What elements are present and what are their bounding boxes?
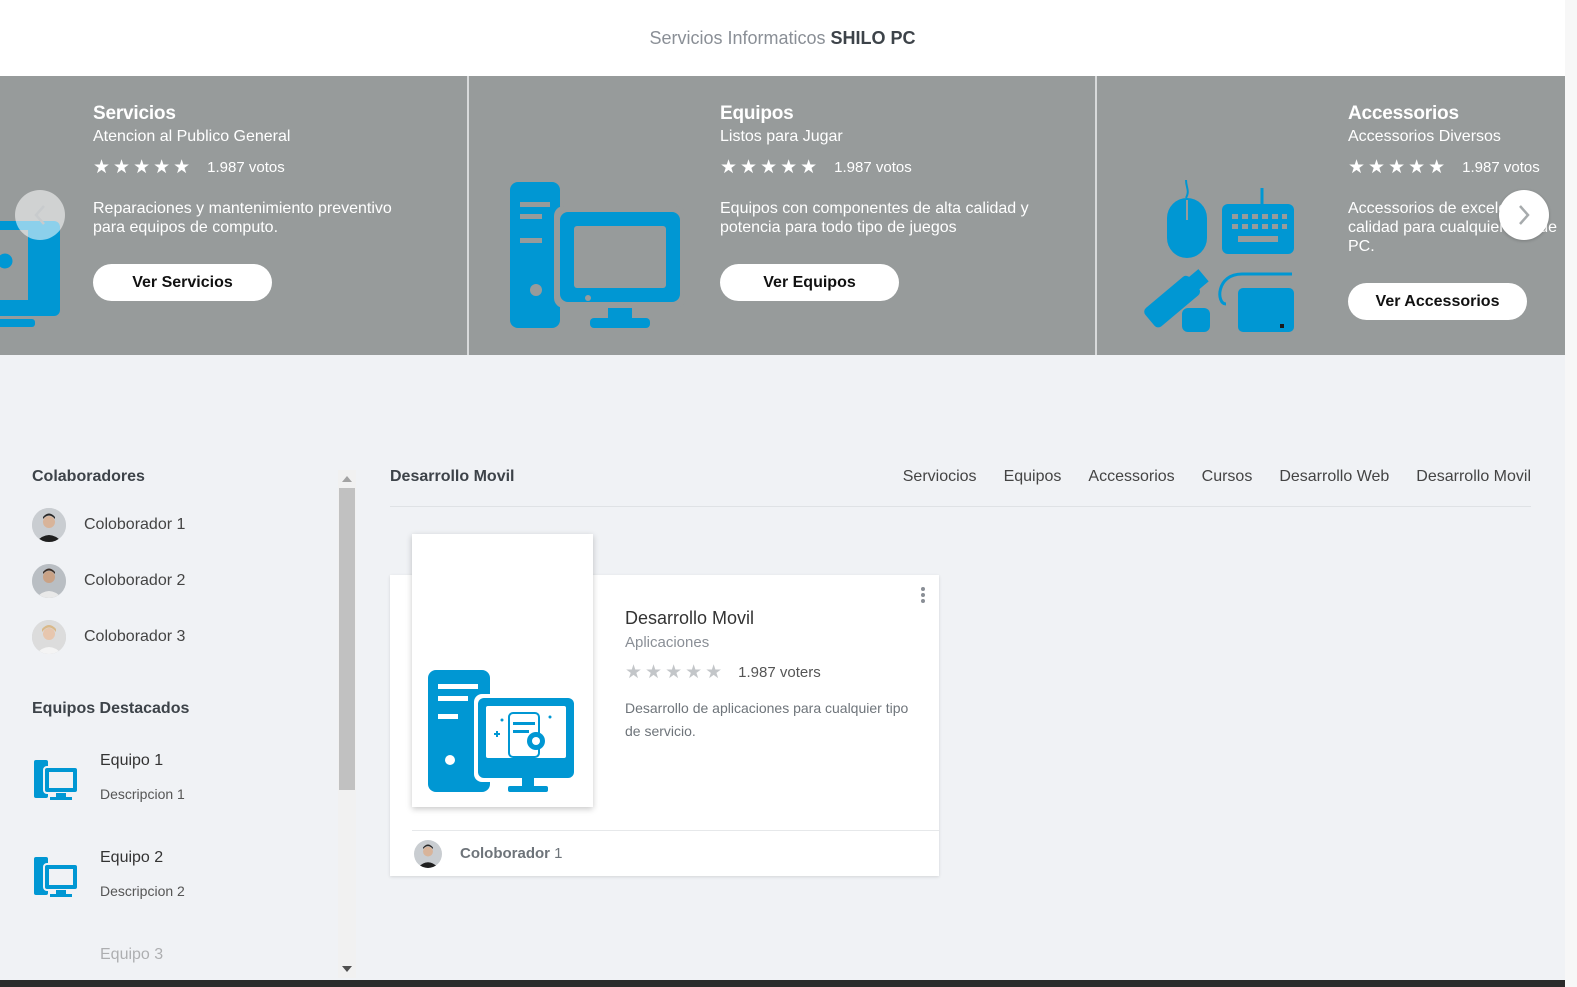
slide-votes: 1.987 votos [207, 159, 285, 176]
more-vert-icon[interactable] [919, 585, 927, 607]
carousel-next-button[interactable] [1499, 190, 1549, 240]
slide-title: Accessorios [1348, 103, 1459, 124]
computer-icon [510, 182, 686, 328]
card-image [412, 534, 593, 807]
sidebar: Colaboradores Coloborador 1 Coloborador … [0, 455, 357, 980]
star-icon: ★★★★★ [1348, 157, 1449, 178]
slide-description: Reparaciones y mantenimiento preventivo … [93, 200, 392, 236]
bottom-edge [0, 980, 1565, 987]
avatar [32, 564, 66, 598]
hero-carousel: Servicios Atencion al Publico General ★★… [0, 76, 1565, 355]
slide-subtitle: Atencion al Publico General [93, 128, 291, 145]
slide-divider [1095, 76, 1097, 355]
ver-accessorios-button[interactable]: Ver Accessorios [1348, 283, 1527, 320]
collaborator-item[interactable]: Coloborador 3 [32, 620, 185, 654]
chevron-left-icon [34, 205, 45, 225]
ver-servicios-button[interactable]: Ver Servicios [93, 264, 272, 301]
tab-serviocios[interactable]: Serviocios [903, 468, 977, 486]
collaborator-item[interactable]: Coloborador 1 [32, 508, 185, 542]
content-header: Desarrollo Movil Serviocios Equipos Acce… [390, 468, 1531, 507]
carousel-prev-button[interactable] [15, 190, 65, 240]
collaborator-name: Coloborador 3 [84, 628, 186, 645]
collaborators-heading: Colaboradores [32, 468, 145, 485]
carousel-slide-equipos: Equipos Listos para Jugar ★★★★★ 1.987 vot… [470, 76, 1096, 355]
category-tabs: Serviocios Equipos Accessorios Cursos De… [876, 468, 1531, 486]
avatar [32, 620, 66, 654]
tab-desarrollo-web[interactable]: Desarrollo Web [1279, 468, 1389, 486]
slide-description: Equipos con componentes de alta calidad … [720, 200, 1029, 236]
chevron-right-icon [1519, 205, 1530, 225]
tab-equipos[interactable]: Equipos [1004, 468, 1062, 486]
star-icon: ★★★★★ [93, 157, 194, 178]
card-author-number: 1 [554, 845, 563, 862]
featured-heading: Equipos Destacados [32, 700, 190, 717]
card-footer: Coloborador 1 [412, 830, 939, 876]
slide-subtitle: Listos para Jugar [720, 128, 843, 145]
featured-description: Descripcion 1 [100, 786, 185, 802]
brand-name: SHILO PC [830, 27, 916, 48]
slide-rating: ★★★★★ 1.987 votos [93, 156, 403, 179]
featured-name: Equipo 3 [100, 946, 164, 963]
tab-desarrollo-movil[interactable]: Desarrollo Movil [1416, 468, 1531, 486]
card-title: Desarrollo Movil [625, 608, 755, 628]
featured-description: Descripcion 2 [100, 883, 185, 899]
slide-rating: ★★★★★ 1.987 votos [720, 156, 1040, 179]
brand-title[interactable]: Servicios Informaticos SHILO PC [649, 28, 915, 49]
card-subtitle: Aplicaciones [625, 634, 710, 651]
featured-name: Equipo 2 [100, 849, 164, 866]
slide-votes: 1.987 votos [1462, 159, 1540, 176]
star-icon: ★★★★★ [720, 157, 821, 178]
slide-divider [467, 76, 469, 355]
slide-title: Equipos [720, 103, 794, 124]
page-scrollbar[interactable] [1565, 0, 1577, 987]
scroll-down-icon[interactable] [342, 966, 352, 972]
card-description: Desarrollo de aplicaciones para cualquie… [625, 700, 909, 739]
scroll-up-icon[interactable] [342, 476, 352, 482]
star-icon: ★★★★★ [625, 662, 726, 683]
slide-votes: 1.987 votos [834, 159, 912, 176]
slide-rating: ★★★★★ 1.987 votos [1348, 156, 1558, 179]
featured-name: Equipo 1 [100, 752, 164, 769]
collaborator-item[interactable]: Coloborador 2 [32, 564, 185, 598]
carousel-slide-accessorios: Accessorios Accessorios Diversos ★★★★★ 1.… [1098, 76, 1565, 355]
brand-prefix: Servicios Informaticos [649, 27, 826, 48]
computer-icon [34, 857, 79, 897]
avatar [32, 508, 66, 542]
collaborator-name: Coloborador 2 [84, 572, 186, 589]
carousel-slide-servicios: Servicios Atencion al Publico General ★★… [0, 76, 468, 355]
avatar [414, 839, 442, 868]
ver-equipos-button[interactable]: Ver Equipos [720, 264, 899, 301]
card-author-name: Coloborador [460, 845, 550, 862]
collaborator-name: Coloborador 1 [84, 516, 186, 533]
mobile-dev-icon [428, 670, 578, 792]
slide-title: Servicios [93, 103, 176, 124]
card-voters: 1.987 voters [738, 664, 821, 681]
tab-cursos[interactable]: Cursos [1202, 468, 1253, 486]
card-author[interactable]: Coloborador 1 [460, 845, 563, 862]
tab-accessorios[interactable]: Accessorios [1088, 468, 1174, 486]
slide-subtitle: Accessorios Diversos [1348, 128, 1501, 145]
top-header: Servicios Informaticos SHILO PC [0, 0, 1565, 76]
section-title: Desarrollo Movil [390, 468, 515, 485]
computer-icon [34, 760, 79, 800]
peripherals-icon [1144, 179, 1294, 332]
scrollbar-thumb[interactable] [339, 488, 355, 790]
sidebar-scrollbar[interactable] [338, 470, 356, 978]
card-rating: ★★★★★ 1.987 voters [625, 661, 821, 684]
